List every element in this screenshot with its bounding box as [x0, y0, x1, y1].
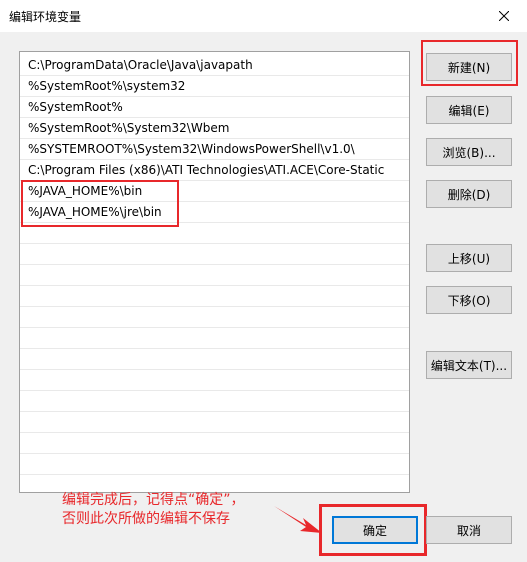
empty-row — [20, 286, 409, 307]
path-item[interactable]: C:\Program Files (x86)\ATI Technologies\… — [20, 160, 409, 181]
empty-row — [20, 370, 409, 391]
window-title: 编辑环境变量 — [9, 10, 82, 24]
empty-row — [20, 412, 409, 433]
path-item[interactable]: C:\ProgramData\Oracle\Java\javapath — [20, 55, 409, 76]
empty-row — [20, 391, 409, 412]
edit-text-button[interactable]: 编辑文本(T)... — [426, 351, 512, 379]
path-item[interactable]: %SystemRoot%\System32\Wbem — [20, 118, 409, 139]
empty-row — [20, 328, 409, 349]
path-item[interactable]: %SYSTEMROOT%\System32\WindowsPowerShell\… — [20, 139, 409, 160]
delete-button[interactable]: 删除(D) — [426, 180, 512, 208]
annotation-line-1: 编辑完成后，记得点“确定”， — [62, 492, 245, 508]
annotation-text: 编辑完成后，记得点“确定”， 否则此次所做的编辑不保存 — [62, 491, 282, 529]
close-button[interactable] — [481, 0, 527, 32]
browse-button[interactable]: 浏览(B)... — [426, 138, 512, 166]
path-item[interactable]: %SystemRoot%\system32 — [20, 76, 409, 97]
move-down-button[interactable]: 下移(O) — [426, 286, 512, 314]
empty-row — [20, 349, 409, 370]
title-bar: 编辑环境变量 — [0, 0, 527, 32]
empty-row — [20, 307, 409, 328]
edit-button[interactable]: 编辑(E) — [426, 96, 512, 124]
path-list[interactable]: C:\ProgramData\Oracle\Java\javapath %Sys… — [19, 51, 410, 493]
arrow-icon — [274, 506, 322, 533]
empty-row — [20, 244, 409, 265]
empty-row — [20, 265, 409, 286]
new-button-highlight — [421, 40, 518, 86]
close-icon — [499, 11, 509, 21]
annotation-line-2: 否则此次所做的编辑不保存 — [62, 511, 230, 527]
empty-row — [20, 454, 409, 475]
empty-row — [20, 433, 409, 454]
move-up-button[interactable]: 上移(U) — [426, 244, 512, 272]
cancel-button[interactable]: 取消 — [426, 516, 512, 544]
ok-button-highlight — [319, 504, 427, 556]
path-item[interactable]: %SystemRoot% — [20, 97, 409, 118]
java-home-highlight — [21, 180, 179, 227]
